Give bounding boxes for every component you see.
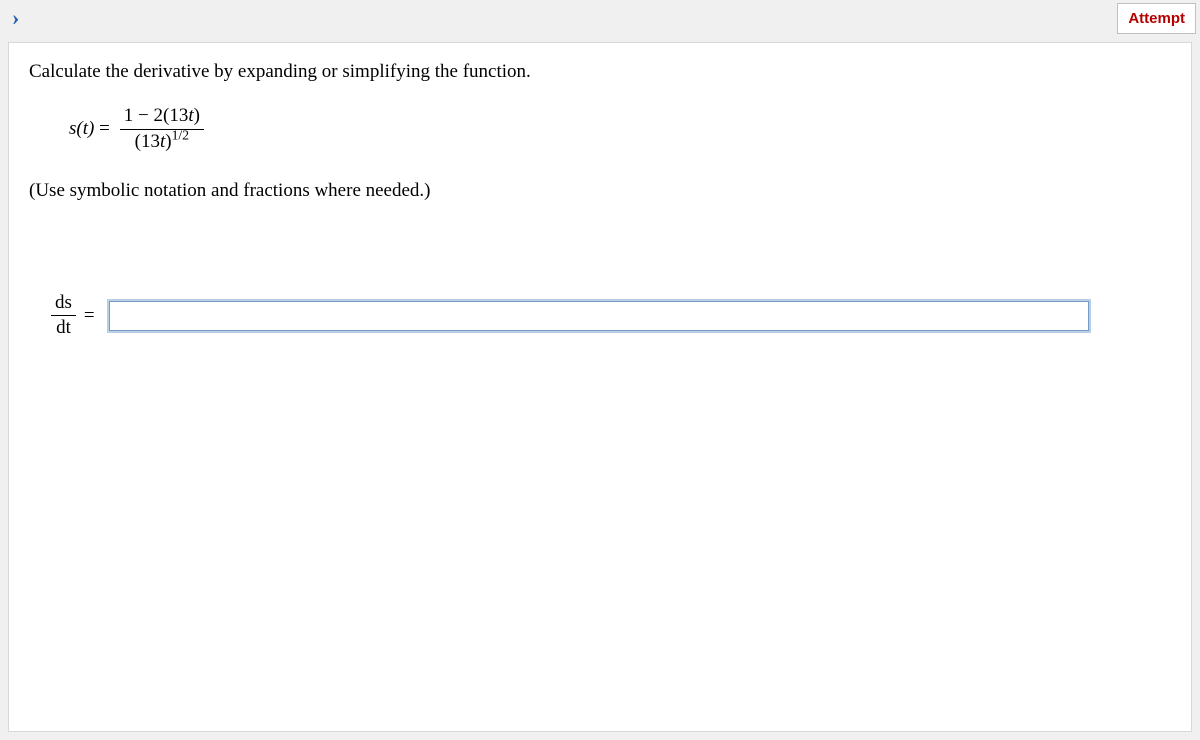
question-panel: Calculate the derivative by expanding or… bbox=[8, 42, 1192, 732]
answer-fraction-icon: ds dt bbox=[51, 292, 76, 341]
equation-lhs: s(t) bbox=[69, 118, 94, 139]
numerator-prefix: 1 − 2(13 bbox=[124, 105, 189, 126]
question-prompt: Calculate the derivative by expanding or… bbox=[29, 61, 1171, 83]
denominator-prefix: (13 bbox=[135, 131, 160, 152]
numerator-suffix: ) bbox=[194, 105, 200, 126]
equals-sign: = bbox=[84, 305, 95, 327]
chevron-right-icon[interactable]: › bbox=[8, 5, 23, 31]
header-bar: › Attempt bbox=[0, 0, 1200, 36]
attempt-button[interactable]: Attempt bbox=[1117, 3, 1196, 34]
answer-label: ds dt = bbox=[47, 292, 95, 341]
equation-fraction: 1 − 2(13t) (13t)1/2 bbox=[120, 105, 204, 154]
fraction-denominator: (13t)1/2 bbox=[131, 130, 193, 154]
answer-input[interactable] bbox=[109, 301, 1089, 331]
fraction-numerator: 1 − 2(13t) bbox=[120, 105, 204, 130]
hint-text: (Use symbolic notation and fractions whe… bbox=[29, 180, 1171, 202]
denominator-exponent: 1/2 bbox=[172, 127, 189, 142]
answer-den: dt bbox=[52, 316, 75, 340]
function-equation: s(t) = 1 − 2(13t) (13t)1/2 bbox=[69, 105, 1171, 154]
answer-num: ds bbox=[51, 292, 76, 317]
answer-row: ds dt = bbox=[47, 292, 1171, 341]
